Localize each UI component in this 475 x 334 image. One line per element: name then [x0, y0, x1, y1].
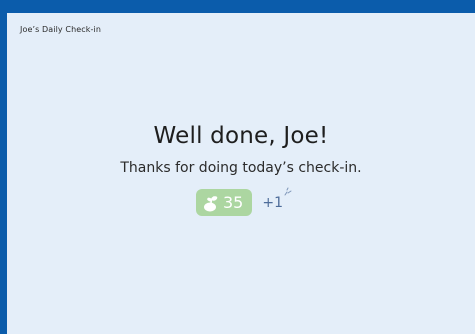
- sparkle-icon: [284, 187, 292, 195]
- seed-icon: [204, 195, 218, 211]
- score-increment-label: +1: [262, 194, 283, 211]
- success-message: Thanks for doing today’s check-in.: [120, 160, 362, 176]
- app-title: Joe’s Daily Check-in: [20, 25, 102, 34]
- score-row: 35 +1: [196, 187, 292, 216]
- checkin-screen: Joe’s Daily Check-in Well done, Joe! Tha…: [7, 13, 475, 334]
- success-headline: Well done, Joe!: [153, 123, 329, 149]
- score-value: 35: [223, 192, 244, 212]
- score-increment: +1: [262, 187, 292, 211]
- score-badge: 35: [196, 189, 253, 216]
